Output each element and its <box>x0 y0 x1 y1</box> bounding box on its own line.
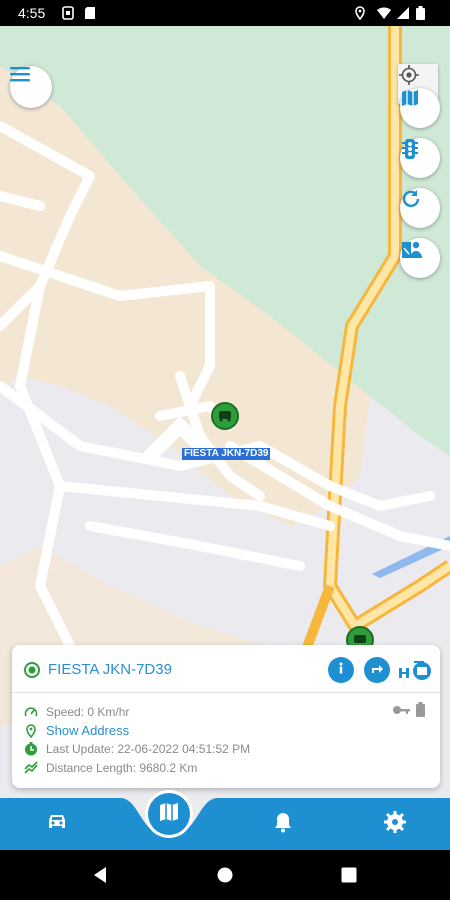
directions-button[interactable] <box>364 657 390 683</box>
last-update-text: Last Update: 22-06-2022 04:51:52 PM <box>46 742 251 756</box>
status-time: 4:55 <box>18 5 46 21</box>
sim-icon <box>62 6 74 25</box>
gear-icon <box>384 810 406 838</box>
wifi-icon <box>376 6 392 25</box>
last-update-row: Last Update: 22-06-2022 04:51:52 PM <box>24 742 250 756</box>
nav-map[interactable] <box>148 793 190 835</box>
directions-icon <box>369 660 385 681</box>
pin-icon <box>24 723 38 738</box>
vehicle-info-card: FIESTA JKN-7D39 Speed: 0 Km/hr Show Addr… <box>12 645 440 788</box>
vehicle-list-button[interactable] <box>400 238 440 278</box>
vehicle-marker[interactable] <box>211 402 239 430</box>
card-header: FIESTA JKN-7D39 <box>12 645 440 693</box>
status-dot-icon <box>24 662 40 683</box>
speedometer-icon <box>24 705 38 719</box>
nav-alerts[interactable] <box>270 812 296 836</box>
map-layers-button[interactable] <box>400 88 440 128</box>
refresh-button[interactable] <box>400 188 440 228</box>
history-icon <box>398 661 432 687</box>
bell-icon <box>273 811 293 838</box>
car-icon <box>45 812 69 837</box>
vehicle-name[interactable]: FIESTA JKN-7D39 <box>48 661 172 678</box>
vehicle-battery-icon <box>416 702 425 722</box>
history-button[interactable] <box>398 659 432 683</box>
nav-settings[interactable] <box>382 810 408 838</box>
distance-row: Distance Length: 9680.2 Km <box>24 761 197 775</box>
ignition-key-icon <box>392 703 412 722</box>
nav-vehicles[interactable] <box>44 812 70 836</box>
bottom-navigation <box>0 798 450 850</box>
back-icon[interactable] <box>92 866 108 889</box>
app-screen: 4:55 FIESTA JKN-7D39 FIESTA JKN-7D39 Spe… <box>0 0 450 900</box>
status-bar: 4:55 <box>0 0 450 26</box>
map-icon <box>158 801 180 828</box>
clock-icon <box>24 742 38 756</box>
info-button[interactable] <box>328 657 354 683</box>
battery-icon <box>416 6 425 25</box>
address-row: Show Address <box>24 723 129 738</box>
speed-row: Speed: 0 Km/hr <box>24 705 129 719</box>
signal-icon <box>396 6 410 25</box>
info-icon <box>334 661 348 680</box>
speed-text: Speed: 0 Km/hr <box>46 705 130 719</box>
distance-text: Distance Length: 9680.2 Km <box>46 761 198 775</box>
location-icon <box>354 6 366 25</box>
vehicle-marker-label[interactable]: FIESTA JKN-7D39 <box>182 448 271 460</box>
recents-icon[interactable] <box>341 867 357 888</box>
show-address-link[interactable]: Show Address <box>46 723 129 738</box>
traffic-button[interactable] <box>400 138 440 178</box>
menu-button[interactable] <box>10 66 52 108</box>
sd-card-icon <box>84 6 96 25</box>
home-icon[interactable] <box>217 867 233 888</box>
system-navigation-bar <box>0 850 450 900</box>
trend-icon <box>24 761 38 775</box>
